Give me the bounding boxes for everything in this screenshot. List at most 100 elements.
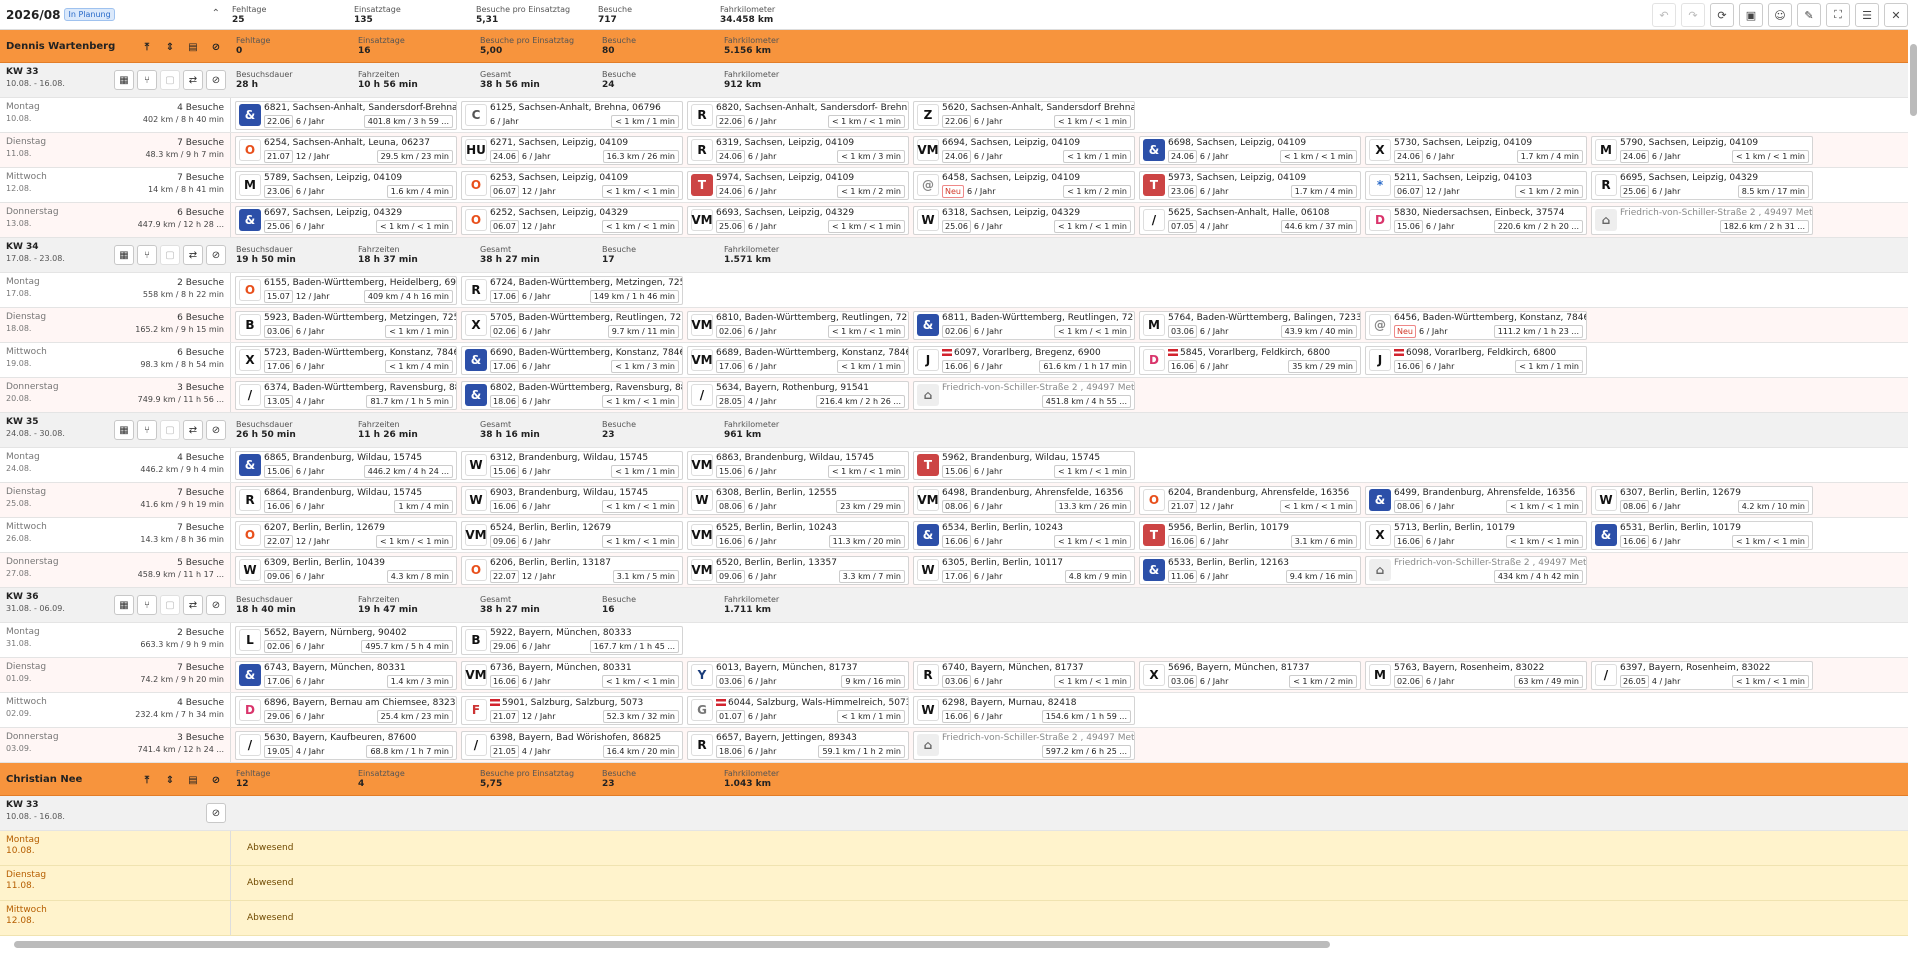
visit-card[interactable]: X 5696, Bayern, München, 81737 03.06 6 / Ja… [1139,660,1361,690]
visit-card[interactable]: & 6865, Brandenburg, Wildau, 15745 15.06 6 … [235,450,457,480]
visit-card[interactable]: & 6821, Sachsen-Anhalt, Sandersdorf-Brehn… [235,100,457,130]
undo-button[interactable]: ↶ [1652,3,1676,27]
visit-card[interactable]: VM 6693, Sachsen, Leipzig, 04329 25.06 6 / … [687,205,909,235]
visit-card[interactable]: & 6743, Bayern, München, 80331 17.06 6 / Ja… [235,660,457,690]
visit-card[interactable]: VM 6498, Brandenburg, Ahrensfelde, 16356 0… [913,485,1135,515]
visit-card[interactable]: X 5723, Baden-Württemberg, Konstanz, 7846… [235,345,457,375]
user-settings-button[interactable]: ☺ [1768,3,1792,27]
visit-card[interactable]: B 5922, Bayern, München, 80333 29.06 6 / Ja… [461,625,683,655]
visit-card[interactable]: J 6098, Vorarlberg, Feldkirch, 6800 16.06 6… [1365,345,1587,375]
visit-card[interactable]: VM 6525, Berlin, Berlin, 10243 16.06 6 / Ja… [687,520,909,550]
visit-card[interactable]: /6374, Baden-Württemberg, Ravensburg, 88… [235,380,457,410]
visit-card[interactable]: O 6206, Berlin, Berlin, 13187 22.07 12 / Ja… [461,555,683,585]
visit-card[interactable]: & 6534, Berlin, Berlin, 10243 16.06 6 / Jah… [913,520,1135,550]
export-icon[interactable]: ▤ [183,770,203,790]
visit-card[interactable]: VM 6863, Brandenburg, Wildau, 15745 15.06 6… [687,450,909,480]
sort-up-icon[interactable]: ⤒ [137,770,157,790]
visit-card[interactable]: @6456, Baden-Württemberg, Konstanz, 7846… [1365,310,1587,340]
home-card[interactable]: ⌂ Friedrich-von-Schiller-Straße 2 , 49497… [913,730,1135,760]
visit-card[interactable]: & 6533, Berlin, Berlin, 12163 11.06 6 / Jah… [1139,555,1361,585]
visit-card[interactable]: @6458, Sachsen, Leipzig, 04109 Neu 6 / Jah… [913,170,1135,200]
home-card[interactable]: ⌂ Friedrich-von-Schiller-Straße 2 , 49497… [1591,205,1813,235]
visit-card[interactable]: HU 6271, Sachsen, Leipzig, 04109 24.06 6 / … [461,135,683,165]
visit-card[interactable]: & 6499, Brandenburg, Ahrensfelde, 16356 08… [1365,485,1587,515]
visit-card[interactable]: R 6657, Bayern, Jettingen, 89343 18.06 6 / … [687,730,909,760]
visit-card[interactable]: T 5956, Berlin, Berlin, 10179 16.06 6 / Jah… [1139,520,1361,550]
redo-button[interactable]: ↷ [1681,3,1705,27]
visit-card[interactable]: /6397, Bayern, Rosenheim, 83022 26.05 4 / … [1591,660,1813,690]
visit-card[interactable]: VM 6689, Baden-Württemberg, Konstanz, 784… [687,345,909,375]
calendar-icon[interactable]: ▢ [160,70,180,90]
visit-card[interactable]: J 6097, Vorarlberg, Bregenz, 6900 16.06 6 /… [913,345,1135,375]
visit-card[interactable]: W 6305, Berlin, Berlin, 10117 17.06 6 / Jah… [913,555,1135,585]
visit-card[interactable]: D 5845, Vorarlberg, Feldkirch, 6800 16.06 6… [1139,345,1361,375]
visit-card[interactable]: R 6864, Brandenburg, Wildau, 15745 16.06 6 … [235,485,457,515]
visit-card[interactable]: W 6309, Berlin, Berlin, 10439 09.06 6 / Jah… [235,555,457,585]
route-icon[interactable]: ⑂ [137,245,157,265]
hide-icon[interactable]: ⊘ [206,37,226,57]
swap-icon[interactable]: ⇄ [183,245,203,265]
visit-card[interactable]: T 5962, Brandenburg, Wildau, 15745 15.06 6 … [913,450,1135,480]
map-icon[interactable]: ▦ [114,245,134,265]
hide-icon[interactable]: ⊘ [206,420,226,440]
visit-card[interactable]: W 6307, Berlin, Berlin, 12679 08.06 6 / Jah… [1591,485,1813,515]
visit-card[interactable]: /6398, Bayern, Bad Wörishofen, 86825 21.0… [461,730,683,760]
visit-card[interactable]: W 6308, Berlin, Berlin, 12555 08.06 6 / Jah… [687,485,909,515]
visit-card[interactable]: /5625, Sachsen-Anhalt, Halle, 06108 07.05… [1139,205,1361,235]
vertical-scrollbar[interactable] [1910,44,1917,116]
export-icon[interactable]: ▤ [183,37,203,57]
user-edit-button[interactable]: ✎ [1797,3,1821,27]
export-button[interactable]: ▣ [1739,3,1763,27]
swap-icon[interactable]: ⇄ [183,70,203,90]
swap-icon[interactable]: ⇄ [183,595,203,615]
visit-card[interactable]: & 6811, Baden-Württemberg, Reutlingen, 72… [913,310,1135,340]
visit-card[interactable]: O 6252, Sachsen, Leipzig, 04329 06.07 12 / … [461,205,683,235]
visit-card[interactable]: R 6724, Baden-Württemberg, Metzingen, 725… [461,275,683,305]
visit-card[interactable]: B 5923, Baden-Württemberg, Metzingen, 725… [235,310,457,340]
visit-card[interactable]: O 6204, Brandenburg, Ahrensfelde, 16356 21… [1139,485,1361,515]
calendar-icon[interactable]: ▢ [160,420,180,440]
visit-card[interactable]: O 6207, Berlin, Berlin, 12679 22.07 12 / Ja… [235,520,457,550]
visit-card[interactable]: G 6044, Salzburg, Wals-Himmelreich, 5073 0… [687,695,909,725]
visit-card[interactable]: W 6312, Brandenburg, Wildau, 15745 15.06 6 … [461,450,683,480]
map-icon[interactable]: ▦ [114,420,134,440]
home-card[interactable]: ⌂ Friedrich-von-Schiller-Straße 2 , 49497… [913,380,1135,410]
visit-card[interactable]: VM 6524, Berlin, Berlin, 12679 09.06 6 / Ja… [461,520,683,550]
swap-icon[interactable]: ⇄ [183,420,203,440]
visit-card[interactable]: & 6698, Sachsen, Leipzig, 04109 24.06 6 / J… [1139,135,1361,165]
visit-card[interactable]: F 5901, Salzburg, Salzburg, 5073 21.07 12 /… [461,695,683,725]
expand-icon[interactable]: ⇕ [160,37,180,57]
visit-card[interactable]: X 5713, Berlin, Berlin, 10179 16.06 6 / Jah… [1365,520,1587,550]
visit-card[interactable]: W 6318, Sachsen, Leipzig, 04329 25.06 6 / J… [913,205,1135,235]
visit-card[interactable]: Z 5620, Sachsen-Anhalt, Sandersdorf Brehn… [913,100,1135,130]
visit-card[interactable]: & 6697, Sachsen, Leipzig, 04329 25.06 6 / J… [235,205,457,235]
visit-card[interactable]: VM 6520, Berlin, Berlin, 13357 09.06 6 / Ja… [687,555,909,585]
hide-icon[interactable]: ⊘ [206,245,226,265]
visit-card[interactable]: & 6802, Baden-Württemberg, Ravensburg, 88… [461,380,683,410]
visit-card[interactable]: L 5652, Bayern, Nürnberg, 90402 02.06 6 / J… [235,625,457,655]
map-icon[interactable]: ▦ [114,595,134,615]
visit-card[interactable]: X 5705, Baden-Württemberg, Reutlingen, 72… [461,310,683,340]
filter-settings-button[interactable]: ☰ [1855,3,1879,27]
fullscreen-button[interactable]: ⛶ [1826,3,1850,27]
visit-card[interactable]: /5634, Bayern, Rothenburg, 91541 28.05 4 /… [687,380,909,410]
visit-card[interactable]: & 6690, Baden-Württemberg, Konstanz, 7846… [461,345,683,375]
visit-card[interactable]: R 6740, Bayern, München, 81737 03.06 6 / Ja… [913,660,1135,690]
visit-card[interactable]: C 6125, Sachsen-Anhalt, Brehna, 06796 6 / … [461,100,683,130]
visit-card[interactable]: VM 6694, Sachsen, Leipzig, 04109 24.06 6 / … [913,135,1135,165]
visit-card[interactable]: M 5790, Sachsen, Leipzig, 04109 24.06 6 / J… [1591,135,1813,165]
visit-card[interactable]: W 6903, Brandenburg, Wildau, 15745 16.06 6 … [461,485,683,515]
expand-icon[interactable]: ⇕ [160,770,180,790]
visit-card[interactable]: VM 6810, Baden-Württemberg, Reutlingen, 7… [687,310,909,340]
visit-card[interactable]: R 6695, Sachsen, Leipzig, 04329 25.06 6 / J… [1591,170,1813,200]
visit-card[interactable]: T 5974, Sachsen, Leipzig, 04109 24.06 6 / J… [687,170,909,200]
visit-card[interactable]: R 6820, Sachsen-Anhalt, Sandersdorf- Breh… [687,100,909,130]
refresh-button[interactable]: ⟳ [1710,3,1734,27]
route-icon[interactable]: ⑂ [137,595,157,615]
route-icon[interactable]: ⑂ [137,420,157,440]
visit-card[interactable]: /5630, Bayern, Kaufbeuren, 87600 19.05 4 /… [235,730,457,760]
hide-icon[interactable]: ⊘ [206,595,226,615]
calendar-icon[interactable]: ▢ [160,245,180,265]
visit-card[interactable]: Y 6013, Bayern, München, 81737 03.06 6 / Ja… [687,660,909,690]
visit-card[interactable]: * 5211, Sachsen, Leipzig, 04103 06.07 12 / … [1365,170,1587,200]
